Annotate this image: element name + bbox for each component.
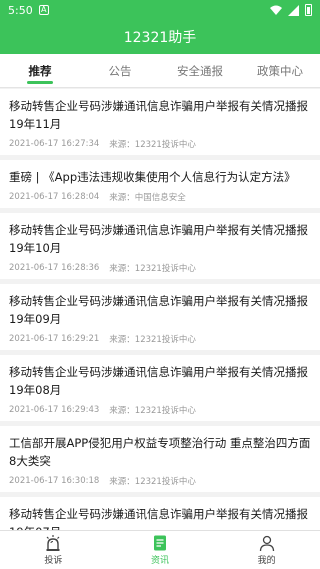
- tab-label: 政策中心: [257, 63, 303, 78]
- alarm-light-icon: [46, 535, 60, 551]
- article-title: 移动转售企业号码涉嫌通讯信息诈骗用户举报有关情况播报19年11月: [9, 99, 308, 131]
- signal-icon: [288, 4, 299, 16]
- source-label: 来源：: [109, 335, 135, 345]
- article-time: 2021-06-17 16:27:34: [9, 139, 100, 149]
- list-item[interactable]: 移动转售企业号码涉嫌通讯信息诈骗用户举报有关情况播报19年10月 2021-06…: [0, 213, 320, 279]
- list-item[interactable]: 移动转售企业号码涉嫌通讯信息诈骗用户举报有关情况播报19年08月 2021-06…: [0, 355, 320, 421]
- article-time: 2021-06-17 16:29:21: [9, 334, 100, 344]
- article-title: 移动转售企业号码涉嫌通讯信息诈骗用户举报有关情况播报19年07月: [9, 507, 308, 530]
- source-label: 来源：: [109, 140, 135, 150]
- article-meta: 2021-06-17 16:30:18 来源： 12321投诉中心: [9, 470, 311, 492]
- notification-icon: A: [38, 5, 49, 15]
- status-bar: 5:50 A: [0, 0, 320, 20]
- nav-label: 投诉: [44, 556, 63, 566]
- article-meta: 2021-06-17 16:28:04 来源： 中国信息安全: [9, 186, 311, 208]
- source-label: 来源：: [109, 264, 135, 274]
- bottom-nav: 投诉 资讯 我的: [0, 530, 320, 569]
- news-feed[interactable]: 移动转售企业号码涉嫌通讯信息诈骗用户举报有关情况播报19年11月 2021-06…: [0, 89, 320, 530]
- article-meta: 2021-06-17 16:29:21 来源： 12321投诉中心: [9, 328, 311, 350]
- list-item[interactable]: 移动转售企业号码涉嫌通讯信息诈骗用户举报有关情况播报19年09月 2021-06…: [0, 284, 320, 350]
- article-source: 12321投诉中心: [134, 140, 196, 150]
- article-time: 2021-06-17 16:28:36: [9, 263, 100, 273]
- article-title: 移动转售企业号码涉嫌通讯信息诈骗用户举报有关情况播报19年08月: [9, 365, 308, 397]
- article-time: 2021-06-17 16:29:43: [9, 405, 100, 415]
- list-item[interactable]: 移动转售企业号码涉嫌通讯信息诈骗用户举报有关情况播报19年07月: [0, 497, 320, 530]
- list-item[interactable]: 重磅 | 《App违法违规收集使用个人信息行为认定方法》 2021-06-17 …: [0, 160, 320, 208]
- source-label: 来源：: [109, 477, 135, 487]
- nav-label: 我的: [257, 556, 276, 566]
- nav-label: 资讯: [151, 556, 170, 566]
- nav-complaint[interactable]: 投诉: [0, 531, 107, 569]
- status-icons: [270, 4, 312, 16]
- tab-bar: 推荐 公告 安全通报 政策中心: [0, 54, 320, 88]
- tab-security-bulletin[interactable]: 安全通报: [160, 54, 240, 87]
- battery-icon: [305, 4, 312, 16]
- article-source: 12321投诉中心: [134, 477, 196, 487]
- tab-announcement[interactable]: 公告: [80, 54, 160, 87]
- tab-policy-center[interactable]: 政策中心: [240, 54, 320, 87]
- tab-label: 公告: [108, 63, 132, 78]
- nav-news[interactable]: 资讯: [107, 531, 214, 569]
- nav-profile[interactable]: 我的: [213, 531, 320, 569]
- article-source: 12321投诉中心: [134, 335, 196, 345]
- article-title: 工信部开展APP侵犯用户权益专项整治行动 重点整治四方面8大类突: [9, 436, 311, 468]
- document-icon: [154, 535, 166, 551]
- article-source: 中国信息安全: [134, 193, 186, 203]
- source-label: 来源：: [109, 406, 135, 416]
- list-item[interactable]: 工信部开展APP侵犯用户权益专项整治行动 重点整治四方面8大类突 2021-06…: [0, 426, 320, 492]
- article-meta: 2021-06-17 16:28:36 来源： 12321投诉中心: [9, 257, 311, 279]
- wifi-icon: [270, 5, 282, 15]
- app-header: 12321助手: [0, 20, 320, 54]
- article-source: 12321投诉中心: [134, 406, 196, 416]
- article-meta: 2021-06-17 16:27:34 来源： 12321投诉中心: [9, 133, 311, 155]
- tab-label: 推荐: [28, 63, 52, 78]
- article-meta: 2021-06-17 16:29:43 来源： 12321投诉中心: [9, 399, 311, 421]
- list-item[interactable]: 移动转售企业号码涉嫌通讯信息诈骗用户举报有关情况播报19年11月 2021-06…: [0, 89, 320, 155]
- article-title: 移动转售企业号码涉嫌通讯信息诈骗用户举报有关情况播报19年10月: [9, 223, 308, 255]
- person-icon: [259, 535, 274, 552]
- article-title: 移动转售企业号码涉嫌通讯信息诈骗用户举报有关情况播报19年09月: [9, 294, 308, 326]
- tab-label: 安全通报: [177, 63, 223, 78]
- source-label: 来源：: [109, 193, 135, 203]
- status-time: 5:50: [8, 3, 33, 17]
- article-time: 2021-06-17 16:30:18: [9, 476, 100, 486]
- tab-recommend[interactable]: 推荐: [0, 54, 80, 87]
- article-time: 2021-06-17 16:28:04: [9, 192, 100, 202]
- page-title: 12321助手: [123, 30, 197, 46]
- article-title: 重磅 | 《App违法违规收集使用个人信息行为认定方法》: [9, 170, 296, 184]
- article-source: 12321投诉中心: [134, 264, 196, 274]
